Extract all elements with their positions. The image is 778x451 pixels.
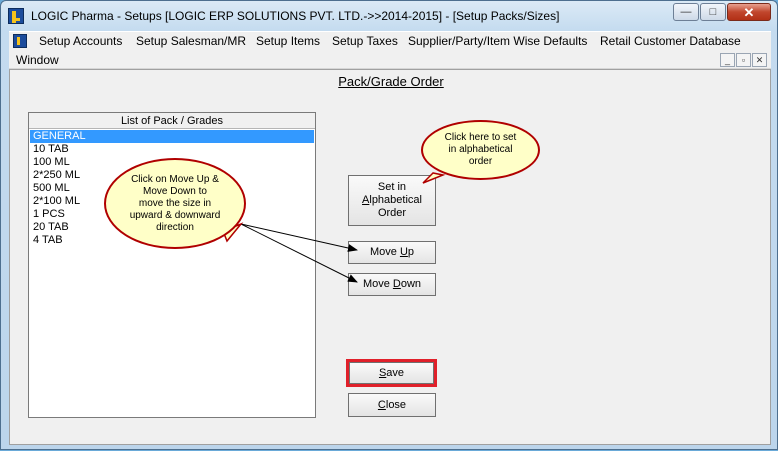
callout-text: in alphabetical bbox=[448, 144, 513, 155]
title-bar[interactable]: LOGIC Pharma - Setups [LOGIC ERP SOLUTIO… bbox=[1, 1, 777, 31]
callout-text: order bbox=[468, 156, 493, 167]
menu-bar: Setup Accounts Setup Salesman/MR Setup I… bbox=[9, 31, 771, 51]
mdi-close-button[interactable]: ✕ bbox=[752, 53, 767, 67]
window-title: LOGIC Pharma - Setups [LOGIC ERP SOLUTIO… bbox=[31, 9, 560, 23]
minimize-button[interactable]: — bbox=[673, 3, 699, 21]
move-up-button[interactable]: Move Up bbox=[348, 241, 436, 264]
save-highlight-frame bbox=[346, 359, 437, 387]
close-button[interactable]: Close bbox=[348, 393, 436, 417]
document-icon[interactable] bbox=[13, 34, 27, 48]
menu-retail-customer-database[interactable]: Retail Customer Database bbox=[600, 34, 741, 48]
alphabetical-label-3: Order bbox=[377, 207, 407, 219]
logic-app-icon[interactable] bbox=[8, 8, 24, 24]
app-window: LOGIC Pharma - Setups [LOGIC ERP SOLUTIO… bbox=[0, 0, 778, 450]
move-down-button[interactable]: Move Down bbox=[348, 273, 436, 296]
callout-text: Click on Move Up & bbox=[131, 173, 219, 185]
menu-setup-items[interactable]: Setup Items bbox=[256, 34, 320, 48]
menu-setup-taxes[interactable]: Setup Taxes bbox=[332, 34, 398, 48]
alphabetical-callout: Click here to set in alphabetical order bbox=[421, 120, 540, 180]
close-label: Close bbox=[377, 398, 407, 411]
maximize-icon: □ bbox=[709, 5, 717, 18]
alphabetical-label-2: Alphabetical bbox=[362, 194, 422, 206]
minimize-icon: — bbox=[680, 5, 692, 18]
move-down-label: Move Down bbox=[362, 278, 422, 290]
alphabetical-label-1: Set in bbox=[377, 181, 407, 193]
move-callout: Click on Move Up & Move Down to move the… bbox=[104, 158, 246, 249]
move-up-label: Move Up bbox=[369, 246, 415, 258]
menu-supplier-defaults[interactable]: Supplier/Party/Item Wise Defaults bbox=[408, 34, 587, 48]
list-item[interactable]: 10 TAB bbox=[30, 143, 314, 156]
close-window-button[interactable]: ✕ bbox=[727, 3, 771, 21]
form-area: Pack/Grade Order List of Pack / Grades G… bbox=[9, 69, 771, 445]
callout-text: direction bbox=[156, 221, 194, 233]
menu-setup-accounts[interactable]: Setup Accounts bbox=[39, 34, 122, 48]
callout-text: upward & downward bbox=[129, 209, 221, 221]
list-header: List of Pack / Grades bbox=[29, 113, 315, 129]
menu-window[interactable]: Window bbox=[16, 53, 59, 67]
mdi-restore-button[interactable]: ▫ bbox=[736, 53, 751, 67]
window-menu-bar: Window _ ▫ ✕ bbox=[9, 51, 771, 69]
menu-setup-salesman[interactable]: Setup Salesman/MR bbox=[136, 34, 246, 48]
callout-text: move the size in bbox=[138, 197, 212, 209]
maximize-button[interactable]: □ bbox=[700, 3, 726, 21]
alphabetical-order-button[interactable]: Set in Alphabetical Order bbox=[348, 175, 436, 226]
mdi-minimize-button[interactable]: _ bbox=[720, 53, 735, 67]
form-title: Pack/Grade Order bbox=[338, 74, 444, 89]
callout-text: Move Down to bbox=[143, 185, 207, 197]
callout-text: Click here to set bbox=[444, 132, 517, 143]
list-item[interactable]: GENERAL bbox=[30, 130, 314, 143]
close-icon: ✕ bbox=[743, 4, 755, 20]
